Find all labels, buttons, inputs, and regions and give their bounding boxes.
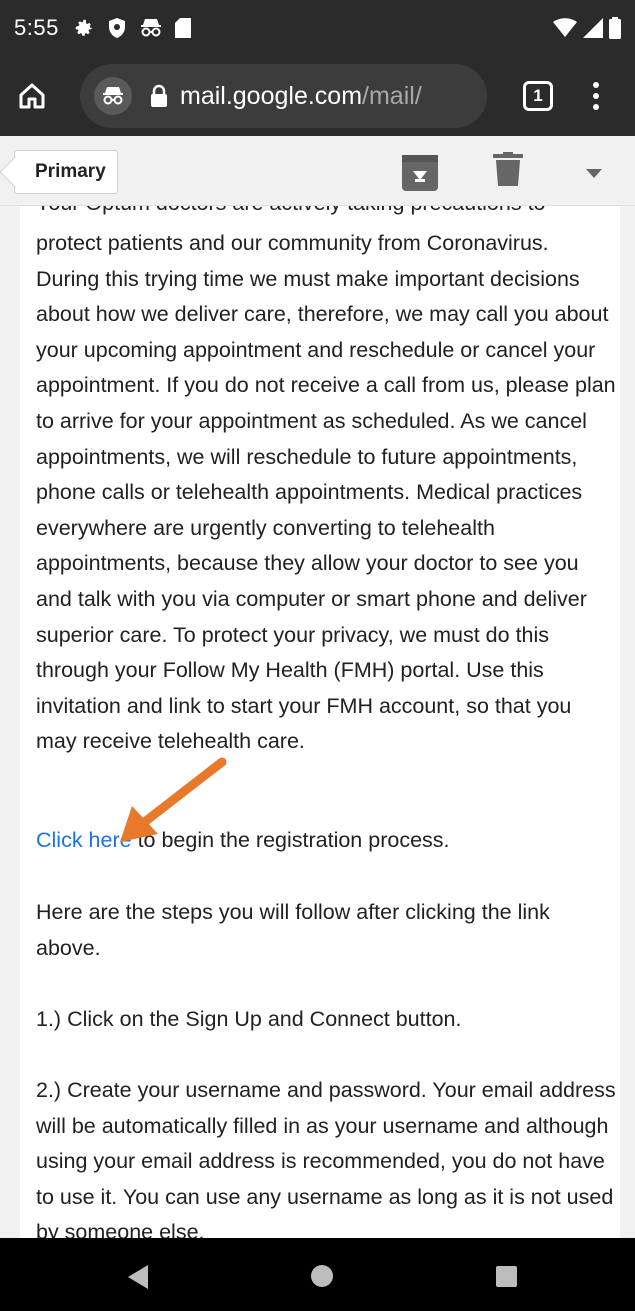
tab-switcher-button[interactable]: 1 — [523, 81, 553, 111]
incognito-icon — [139, 18, 163, 38]
primary-label-chip[interactable]: Primary — [0, 150, 118, 194]
wifi-icon — [553, 18, 577, 38]
sd-card-icon — [174, 18, 191, 38]
email-cut-line: Your Optum doctors are actively taking p… — [36, 206, 546, 222]
more-dropdown-icon[interactable] — [584, 166, 604, 184]
status-time: 5:55 — [14, 15, 59, 40]
email-step-1: 1.) Click on the Sign Up and Connect but… — [36, 1007, 462, 1031]
url-host: mail.google.com — [180, 81, 363, 110]
status-bar: 5:55 — [0, 0, 635, 56]
status-icons-left — [73, 17, 191, 39]
url-path: /mail/ — [362, 81, 422, 110]
signal-icon — [583, 18, 603, 38]
gmail-header: Primary — [0, 136, 635, 206]
menu-dot-icon — [593, 93, 599, 99]
label-notch — [0, 156, 31, 188]
home-icon — [19, 83, 45, 109]
delete-icon[interactable] — [493, 152, 523, 191]
incognito-icon — [94, 77, 132, 115]
primary-label-text: Primary — [35, 161, 106, 182]
email-steps-intro: Here are the steps you will follow after… — [36, 900, 550, 960]
email-paragraph-main: protect patients and our community from … — [36, 231, 616, 754]
lock-icon — [150, 84, 168, 108]
back-icon[interactable] — [127, 1264, 149, 1295]
shield-icon — [107, 17, 127, 39]
tab-count: 1 — [533, 86, 543, 105]
recents-icon[interactable] — [496, 1266, 517, 1287]
email-body[interactable]: Your Optum doctors are actively taking p… — [20, 206, 620, 1238]
menu-dot-icon — [593, 104, 599, 110]
url-text: mail.google.com/mail/ — [180, 82, 422, 111]
home-button[interactable] — [0, 56, 64, 136]
address-bar[interactable]: mail.google.com/mail/ — [80, 64, 487, 128]
side-margin-right — [620, 206, 635, 1238]
archive-icon[interactable] — [401, 154, 439, 197]
home-icon[interactable] — [311, 1265, 333, 1287]
browser-menu-button[interactable] — [593, 82, 599, 110]
email-step-2: 2.) Create your username and password. Y… — [36, 1078, 616, 1238]
menu-dot-icon — [593, 82, 599, 88]
link-suffix: to begin the registration process. — [131, 828, 450, 852]
battery-icon — [609, 17, 621, 39]
side-margin-left — [0, 206, 20, 1238]
browser-toolbar: mail.google.com/mail/ 1 — [0, 56, 635, 136]
status-icons-right — [553, 17, 621, 39]
email-link-paragraph: Click here to begin the registration pro… — [36, 823, 616, 859]
settings-gear-icon — [73, 17, 95, 39]
click-here-link[interactable]: Click here — [36, 828, 132, 852]
